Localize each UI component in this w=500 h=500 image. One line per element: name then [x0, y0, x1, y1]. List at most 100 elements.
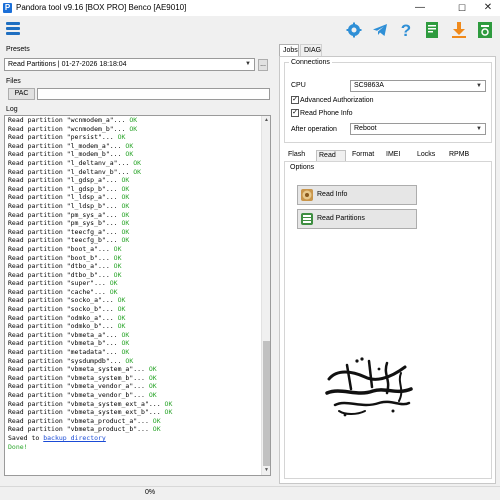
phone-info-icon [301, 189, 313, 201]
presets-more-button[interactable]: ... [258, 59, 268, 71]
log-line-text: Read partition "wcnmodem_b"... [8, 124, 130, 133]
log-panel[interactable]: Read partition "wcnmodem_a"... OK Read pa… [4, 115, 271, 476]
log-line-text: Read partition "super"... [8, 279, 110, 288]
read-partitions-button[interactable]: Read Partitions [297, 209, 417, 229]
read-info-button[interactable]: Read Info [297, 185, 417, 205]
log-line: Read partition "boot_b"... OK [8, 254, 172, 263]
scroll-down-icon[interactable]: ▼ [262, 466, 270, 475]
log-line: Read partition "wcnmodem_b"... OK [8, 125, 172, 134]
close-button[interactable]: ✕ [476, 1, 500, 15]
log-line-text: Read partition "teecfg_b"... [8, 236, 122, 245]
log-line: Read partition "vbmeta_vendor_b"... OK [8, 391, 172, 400]
log-line: Read partition "l_gdsp_a"... OK [8, 176, 172, 185]
log-line-status: OK [133, 167, 142, 176]
tab-imei[interactable]: IMEI [384, 150, 402, 161]
log-line-status: OK [152, 425, 161, 434]
log-line: Read partition "l_ldsp_b"... OK [8, 202, 172, 211]
scroll-thumb[interactable] [263, 341, 270, 466]
log-line: Read partition "boot_a"... OK [8, 245, 172, 254]
read-partitions-label: Read Partitions [317, 215, 365, 222]
pac-file-input[interactable] [37, 88, 270, 100]
log-line-status: OK [121, 176, 130, 185]
power-icon[interactable] [476, 20, 494, 40]
tab-format[interactable]: Format [350, 150, 376, 161]
presets-dropdown[interactable]: Read Partitions | 01-27-2026 18:18:04 ▼ [4, 58, 255, 71]
partitions-icon [301, 213, 313, 225]
document-icon[interactable] [423, 20, 441, 40]
log-line-status: OK [113, 244, 122, 253]
log-line-text: Read partition "socko_b"... [8, 305, 118, 314]
log-line: Read partition "vbmeta_system_a"... OK [8, 365, 172, 374]
log-line-text: Read partition "boot_a"... [8, 244, 114, 253]
log-line-status: OK [148, 373, 157, 382]
log-line-status: OK [113, 270, 122, 279]
log-line: Read partition "sysdumpdb"... OK [8, 357, 172, 366]
tab-rpmb[interactable]: RPMB [447, 150, 471, 161]
log-line-status: OK [121, 330, 130, 339]
cpu-dropdown[interactable]: SC9863A ▼ [350, 80, 486, 92]
log-line-status: OK [117, 305, 126, 314]
log-done: Done! [8, 442, 28, 451]
tab-flash[interactable]: Flash [286, 150, 307, 161]
log-line: Read partition "wcnmodem_a"... OK [8, 116, 172, 125]
presets-value: Read Partitions | 01-27-2026 18:18:04 [8, 61, 127, 68]
menu-icon[interactable] [6, 22, 20, 36]
log-line-status: OK [152, 416, 161, 425]
advanced-auth-label: Advanced Authorization [300, 97, 374, 104]
minimize-button[interactable]: — [408, 1, 432, 15]
title-bar: P Pandora tool v9.16 [BOX PRO] Benco [AE… [0, 0, 500, 16]
tab-locks[interactable]: Locks [415, 150, 437, 161]
window-title: Pandora tool v9.16 [BOX PRO] Benco [AE90… [16, 3, 187, 12]
maximize-button[interactable]: ☐ [450, 1, 474, 15]
read-phone-info-checkbox[interactable]: ✓ [291, 109, 299, 117]
log-line-text: Read partition "vbmeta_system_ext_a"... [8, 399, 165, 408]
tab-diag[interactable]: DIAG [300, 44, 322, 56]
telegram-icon[interactable] [371, 20, 389, 40]
chevron-down-icon: ▼ [245, 61, 251, 67]
log-line: Read partition "l_modem_b"... OK [8, 150, 172, 159]
scroll-up-icon[interactable]: ▲ [262, 116, 270, 125]
log-line-text: Read partition "l_gdsp_b"... [8, 184, 122, 193]
tab-read[interactable]: Read [316, 150, 346, 161]
download-icon[interactable] [450, 20, 468, 40]
log-line-text: Read partition "vbmeta_system_ext_b"... [8, 408, 165, 417]
log-line: Read partition "vbmeta_a"... OK [8, 331, 172, 340]
log-line-status: OK [121, 210, 130, 219]
log-line-status: OK [113, 253, 122, 262]
after-operation-dropdown[interactable]: Reboot ▼ [350, 123, 486, 135]
log-lines: Read partition "wcnmodem_a"... OK Read pa… [8, 116, 172, 451]
log-line-text: Read partition "cache"... [8, 287, 110, 296]
saved-prefix: Saved to [8, 433, 44, 442]
log-line-text: Read partition "boot_b"... [8, 253, 114, 262]
log-line-status: OK [121, 193, 130, 202]
help-icon[interactable]: ? [397, 20, 415, 40]
gear-icon[interactable] [345, 20, 363, 40]
log-line-text: Read partition "vbmeta_system_a"... [8, 365, 149, 374]
log-line-text: Read partition "metadata"... [8, 348, 122, 357]
log-line-text: Read partition "dtbo_a"... [8, 262, 114, 271]
pac-button[interactable]: PAC [8, 88, 35, 100]
cpu-label: CPU [291, 82, 306, 89]
log-line: Read partition "vbmeta_system_b"... OK [8, 374, 172, 383]
after-operation-value: Reboot [354, 125, 377, 132]
log-line-text: Read partition "socko_a"... [8, 296, 118, 305]
log-line-text: Read partition "pm_sys_b"... [8, 219, 122, 228]
log-line: Read partition "vbmeta_product_b"... OK [8, 425, 172, 434]
advanced-auth-checkbox[interactable]: ✓ [291, 96, 299, 104]
tab-jobs[interactable]: Jobs [279, 44, 299, 56]
log-line-status: OK [121, 339, 130, 348]
log-line-status: OK [129, 116, 138, 124]
backup-directory-link[interactable]: backup directory [43, 434, 106, 442]
read-info-label: Read Info [317, 191, 348, 198]
log-line-status: OK [121, 219, 130, 228]
log-line: Read partition "pm_sys_b"... OK [8, 219, 172, 228]
log-line-status: OK [125, 150, 134, 159]
log-line-text: Read partition "pm_sys_a"... [8, 210, 122, 219]
log-scrollbar[interactable]: ▲ ▼ [261, 116, 270, 475]
log-line: Read partition "l_deltanv_b"... OK [8, 168, 172, 177]
connections-title: Connections [289, 59, 332, 66]
log-line-text: Read partition "l_ldsp_b"... [8, 201, 122, 210]
pandora-app-icon: P [3, 3, 12, 13]
log-line: Read partition "dtbo_b"... OK [8, 271, 172, 280]
after-operation-label: After operation [291, 126, 337, 133]
